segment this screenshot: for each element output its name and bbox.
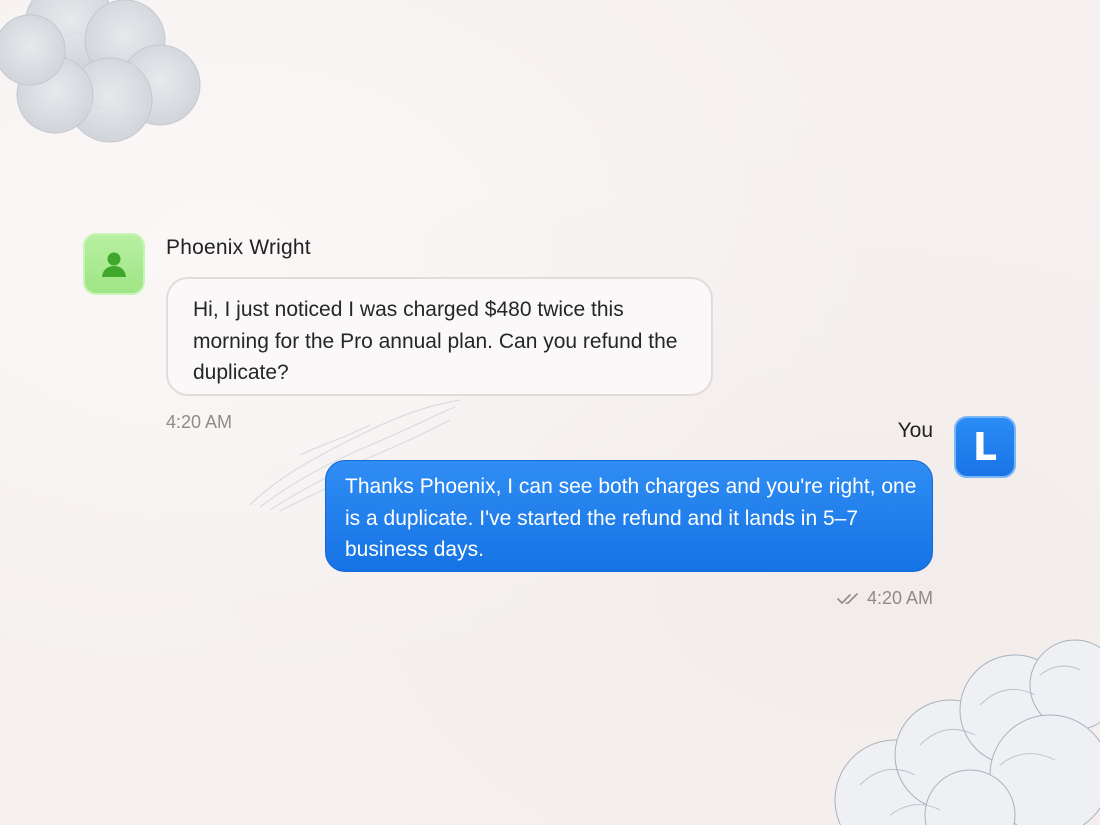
incoming-message-text: Hi, I just noticed I was charged $480 tw… (193, 298, 678, 384)
incoming-message-time: 4:20 AM (166, 412, 233, 432)
self-name: You (897, 419, 933, 442)
outgoing-message-time: 4:20 AM (866, 588, 933, 608)
contact-name: Phoenix Wright (166, 236, 311, 259)
outgoing-message-text: Thanks Phoenix, I can see both charges a… (345, 475, 917, 561)
cloud-decoration-bottom-right (834, 639, 1100, 825)
self-avatar-initial: L (972, 425, 998, 469)
self-avatar[interactable]: L (954, 416, 1016, 478)
background-texture (0, 0, 1100, 825)
incoming-message-bubble[interactable]: Hi, I just noticed I was charged $480 tw… (166, 277, 713, 396)
outgoing-message-meta: 4:20 AM (837, 588, 933, 609)
cloud-decoration-top-left (0, 0, 201, 143)
contact-avatar[interactable] (83, 233, 145, 295)
outgoing-message-bubble[interactable]: Thanks Phoenix, I can see both charges a… (325, 460, 933, 572)
person-icon (102, 252, 126, 277)
double-check-icon (837, 592, 858, 604)
